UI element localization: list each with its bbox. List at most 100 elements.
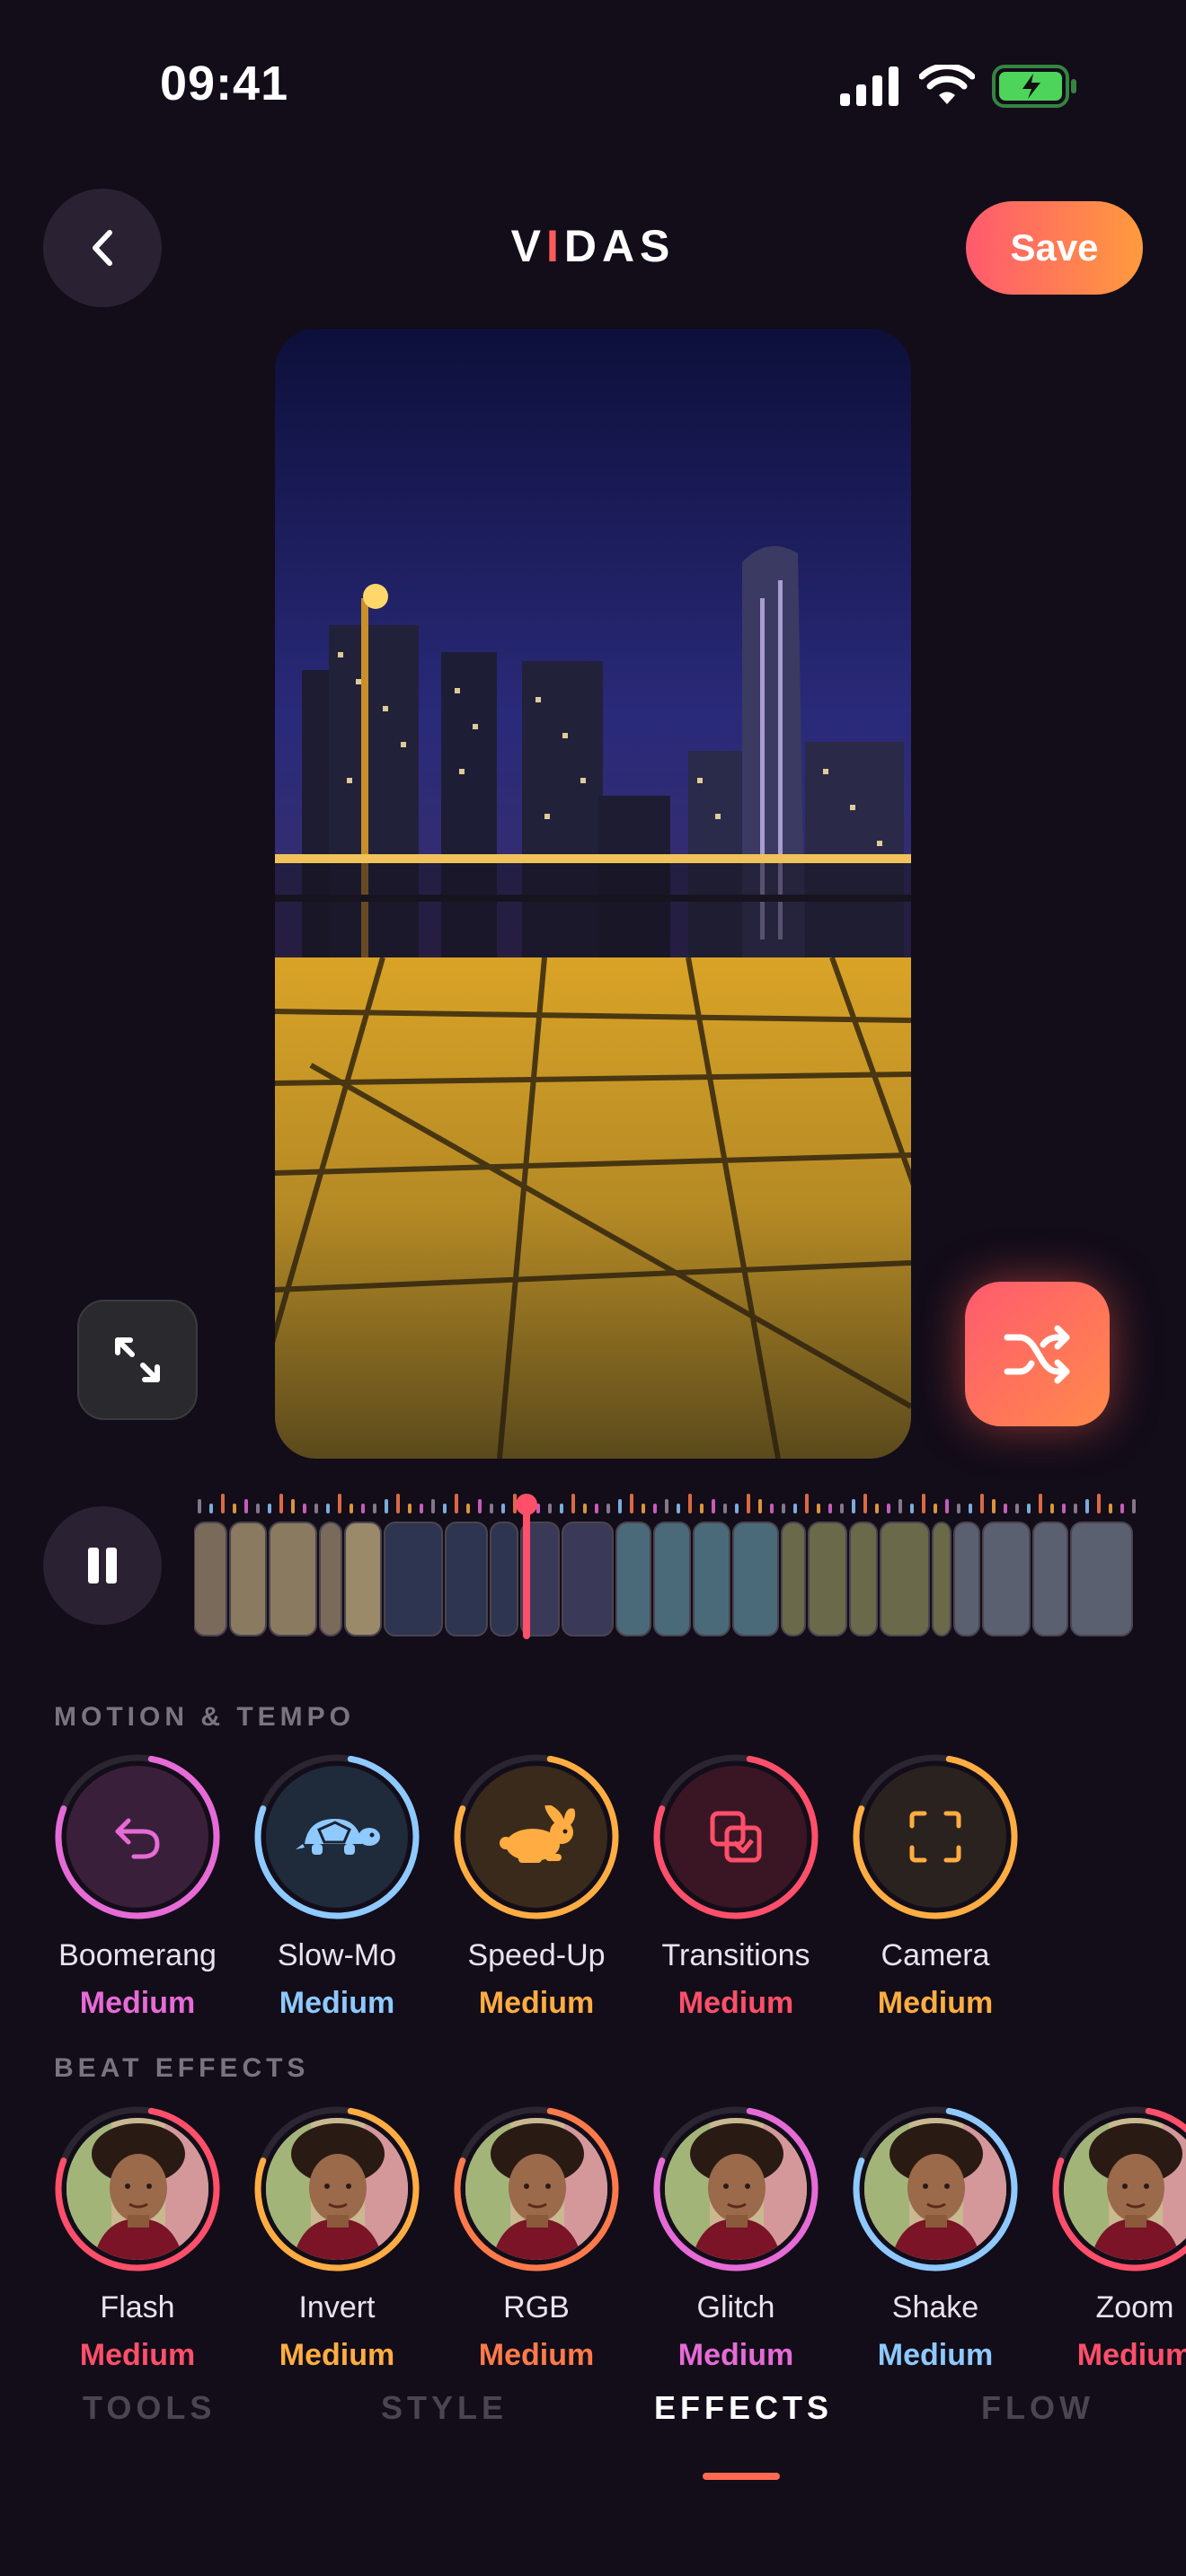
beat-effect-rgb[interactable]: RGB Medium	[437, 2104, 636, 2373]
timeline-clip	[781, 1522, 806, 1636]
rabbit-icon	[465, 1766, 607, 1908]
beat-marker	[677, 1504, 680, 1513]
beat-marker	[700, 1504, 704, 1513]
timeline-scrubber[interactable]	[193, 1486, 1136, 1639]
effect-ring	[252, 1751, 422, 1922]
timeline-clip	[1070, 1522, 1133, 1636]
beat-marker	[875, 1504, 879, 1513]
beat-marker	[396, 1494, 400, 1513]
beat-effect-zoom[interactable]: Zoom Medium	[1035, 2104, 1186, 2373]
beat-marker	[922, 1494, 925, 1513]
beat-effect-flash[interactable]: Flash Medium	[38, 2104, 237, 2373]
beat-effect-invert[interactable]: Invert Medium	[237, 2104, 437, 2373]
beat-marker	[969, 1504, 972, 1513]
effect-level: Medium	[279, 2338, 395, 2372]
shuffle-button[interactable]	[965, 1282, 1110, 1426]
beat-marker	[642, 1504, 645, 1513]
beat-effect-glitch[interactable]: Glitch Medium	[636, 2104, 836, 2373]
timeline-clip	[562, 1522, 614, 1636]
beat-marker	[326, 1504, 330, 1513]
fullscreen-button[interactable]	[77, 1300, 198, 1420]
beat-marker	[256, 1504, 260, 1513]
effect-level: Medium	[877, 2338, 994, 2372]
beat-marker	[887, 1504, 890, 1513]
timeline-clip	[269, 1522, 317, 1636]
effect-ring	[451, 2104, 622, 2274]
timeline-clip	[344, 1522, 382, 1636]
effect-level: Medium	[877, 1986, 994, 2020]
beat-marker	[385, 1499, 388, 1513]
beat-marker	[852, 1499, 855, 1513]
beat-marker	[1015, 1504, 1019, 1513]
beat-marker	[233, 1504, 236, 1513]
motion-effect-slow-mo[interactable]: Slow-Mo Medium	[237, 1751, 437, 2021]
effect-level: Medium	[478, 1986, 595, 2020]
effect-thumbnail	[864, 2118, 1006, 2260]
effect-name: Glitch	[696, 2290, 775, 2325]
tab-effects[interactable]: EFFECTS	[654, 2389, 833, 2427]
effect-ring	[252, 2104, 422, 2274]
save-button[interactable]: Save	[966, 201, 1143, 295]
beat-marker	[408, 1504, 412, 1513]
beat-marker	[1132, 1499, 1136, 1513]
effect-ring	[651, 1751, 821, 1922]
beat-marker	[490, 1504, 493, 1513]
effect-ring	[52, 2104, 223, 2274]
pause-button[interactable]	[43, 1506, 162, 1625]
timeline-clip	[653, 1522, 691, 1636]
beat-marker	[1004, 1504, 1007, 1513]
beat-marker	[244, 1499, 248, 1513]
timeline-clip	[849, 1522, 878, 1636]
beat-marker	[723, 1504, 727, 1513]
playhead	[523, 1503, 530, 1639]
pause-icon	[88, 1548, 117, 1584]
effect-name: Camera	[881, 1938, 990, 1972]
effect-thumbnail	[266, 2118, 408, 2260]
beat-marker	[221, 1494, 225, 1513]
transitions-icon	[665, 1766, 807, 1908]
beat-marker	[992, 1499, 996, 1513]
effect-ring	[850, 2104, 1021, 2274]
boomerang-icon	[66, 1766, 208, 1908]
beat-marker	[1085, 1499, 1089, 1513]
timeline-clip	[229, 1522, 267, 1636]
effect-thumbnail	[66, 2118, 208, 2260]
active-tab-indicator	[703, 2473, 780, 2480]
beat-marker	[198, 1499, 201, 1513]
status-time: 09:41	[160, 57, 289, 110]
effect-level: Medium	[79, 1986, 196, 2020]
timeline-clip	[953, 1522, 980, 1636]
effect-ring	[451, 1751, 622, 1922]
effect-level: Medium	[677, 2338, 794, 2372]
beat-marker	[314, 1504, 318, 1513]
video-preview[interactable]	[275, 329, 911, 1459]
effect-name: Invert	[298, 2290, 376, 2325]
beat-marker	[560, 1504, 563, 1513]
beat-marker	[548, 1504, 552, 1513]
tab-flow[interactable]: FLOW	[981, 2389, 1094, 2427]
beat-marker	[1062, 1504, 1066, 1513]
beat-marker	[980, 1494, 984, 1513]
timeline-clip	[384, 1522, 443, 1636]
beat-marker	[350, 1504, 353, 1513]
effect-ring	[651, 2104, 821, 2274]
beat-marker	[1120, 1504, 1124, 1513]
beat-marker	[431, 1499, 435, 1513]
effect-level: Medium	[677, 1986, 794, 2020]
effect-name: Flash	[100, 2290, 175, 2325]
effect-ring	[850, 1751, 1021, 1922]
beat-marker	[735, 1504, 739, 1513]
motion-effect-transitions[interactable]: Transitions Medium	[636, 1751, 836, 2021]
tab-style[interactable]: STYLE	[381, 2389, 508, 2427]
motion-effect-boomerang[interactable]: Boomerang Medium	[38, 1751, 237, 2021]
motion-effect-camera[interactable]: Camera Medium	[836, 1751, 1035, 2021]
beat-marker	[747, 1494, 750, 1513]
motion-effect-speed-up[interactable]: Speed-Up Medium	[437, 1751, 636, 2021]
beat-marker	[279, 1494, 283, 1513]
tab-tools[interactable]: TOOLS	[83, 2389, 216, 2427]
beat-effect-shake[interactable]: Shake Medium	[836, 2104, 1035, 2373]
beat-marker	[455, 1494, 458, 1513]
beat-marker	[770, 1504, 774, 1513]
beat-section-title: BEAT EFFECTS	[54, 2053, 310, 2083]
beat-marker	[793, 1504, 797, 1513]
